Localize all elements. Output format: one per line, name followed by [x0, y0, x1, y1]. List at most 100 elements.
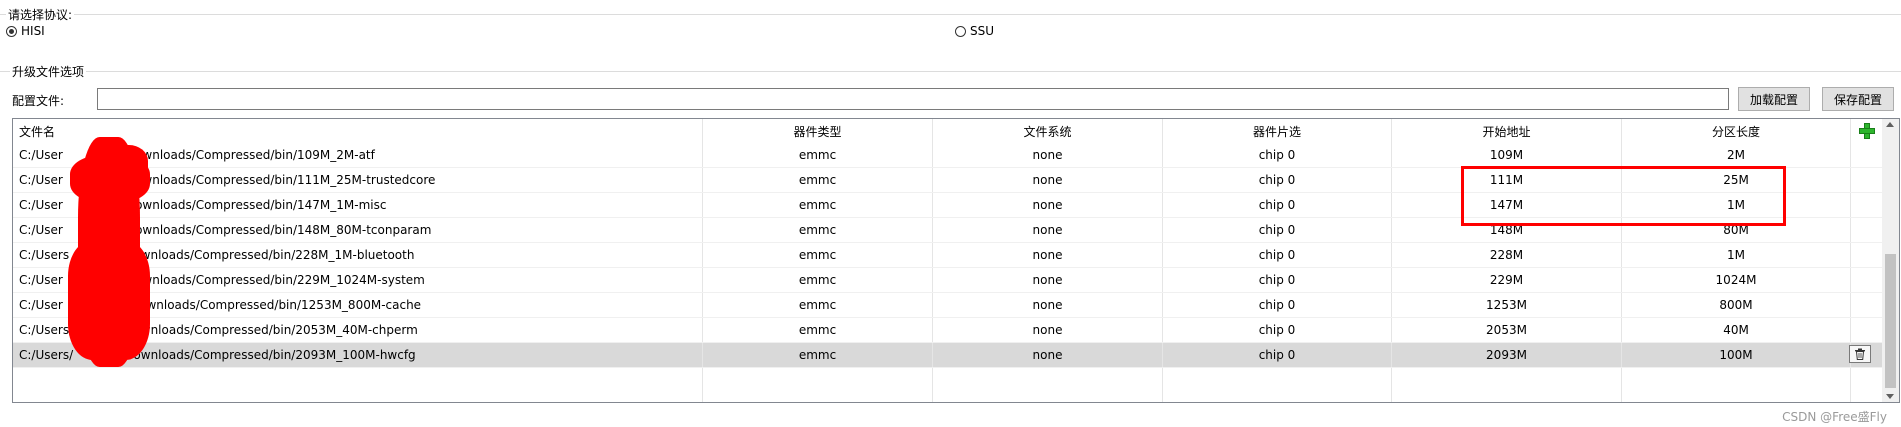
cell-action — [1851, 168, 1884, 192]
cell-chip: chip 0 — [1163, 193, 1392, 217]
table-row[interactable]: C:/User Downloads/Compressed/bin/229M_102… — [13, 268, 1899, 293]
protocol-group-title: 请选择协议: — [6, 6, 75, 23]
header-start-address[interactable]: 开始地址 — [1392, 119, 1622, 143]
empty-cell — [1163, 368, 1392, 402]
delete-row-button[interactable] — [1849, 345, 1871, 363]
table-scrollbar[interactable] — [1882, 119, 1899, 402]
config-label: 配置文件: — [12, 94, 65, 108]
header-chip-select[interactable]: 器件片选 — [1163, 119, 1392, 143]
empty-cell — [703, 368, 933, 402]
header-device-type[interactable]: 器件类型 — [703, 119, 933, 143]
filename-prefix: C:/Users/ — [19, 348, 74, 362]
cell-type: emmc — [703, 268, 933, 292]
filename-path: /Downloads/Compressed/bin/1253M_800M-cac… — [125, 298, 422, 312]
filename-prefix: C:/User — [19, 298, 63, 312]
scroll-down-arrow[interactable] — [1886, 394, 1894, 399]
plus-icon[interactable] — [1859, 123, 1875, 139]
cell-type: emmc — [703, 193, 933, 217]
cell-chip: chip 0 — [1163, 268, 1392, 292]
filename-prefix: C:/Users — [19, 248, 70, 262]
cell-type: emmc — [703, 293, 933, 317]
cell-action — [1851, 243, 1884, 267]
header-filesystem[interactable]: 文件系统 — [933, 119, 1163, 143]
table-header: 文件名 器件类型 文件系统 器件片选 开始地址 分区长度 — [13, 119, 1899, 143]
cell-fs: none — [933, 268, 1163, 292]
cell-type: emmc — [703, 143, 933, 167]
filename-prefix: C:/User — [19, 273, 63, 287]
cell-start: 228M — [1392, 243, 1622, 267]
table-row[interactable]: C:/User Downloads/Compressed/bin/109M_2M-… — [13, 143, 1899, 168]
empty-cell — [1622, 368, 1851, 402]
cell-type: emmc — [703, 218, 933, 242]
filename-path: Downloads/Compressed/bin/148M_80M-tconpa… — [125, 223, 432, 237]
cell-start: 109M — [1392, 143, 1622, 167]
cell-action — [1851, 193, 1884, 217]
table-row[interactable]: C:/Users Downloads/Compressed/bin/228M_1M… — [13, 243, 1899, 268]
cell-chip: chip 0 — [1163, 318, 1392, 342]
cell-action — [1851, 293, 1884, 317]
filename-path: Downloads/Compressed/bin/111M_25M-truste… — [125, 173, 436, 187]
cell-start: 229M — [1392, 268, 1622, 292]
empty-cell — [1851, 368, 1884, 402]
upgrade-group-title: 升级文件选项 — [10, 63, 87, 80]
upgrade-group-line — [0, 71, 1901, 72]
table-empty-area — [13, 368, 1899, 402]
cell-fs: none — [933, 168, 1163, 192]
radio-hisi-indicator[interactable] — [6, 25, 17, 37]
scroll-up-arrow[interactable] — [1886, 122, 1894, 127]
header-action-column — [1851, 119, 1884, 143]
cell-length: 800M — [1622, 293, 1851, 317]
cell-chip: chip 0 — [1163, 168, 1392, 192]
cell-type: emmc — [703, 243, 933, 267]
config-input[interactable] — [97, 88, 1729, 110]
empty-cell — [13, 368, 703, 402]
save-config-button[interactable]: 保存配置 — [1822, 87, 1894, 111]
cell-fs: none — [933, 193, 1163, 217]
cell-type: emmc — [703, 343, 933, 367]
empty-cell — [1392, 368, 1622, 402]
filename-prefix: C:/User — [19, 148, 63, 162]
cell-chip: chip 0 — [1163, 293, 1392, 317]
radio-hisi[interactable]: HISI — [6, 24, 45, 38]
filename-prefix: C:/Users/ — [19, 323, 74, 337]
header-partition-length[interactable]: 分区长度 — [1622, 119, 1851, 143]
cell-length: 100M — [1622, 343, 1851, 367]
highlight-box — [1461, 166, 1786, 226]
table-row[interactable]: C:/User/Downloads/Compressed/bin/1253M_8… — [13, 293, 1899, 318]
file-table[interactable]: 文件名 器件类型 文件系统 器件片选 开始地址 分区长度 C:/User Down… — [12, 118, 1900, 403]
cell-action — [1851, 318, 1884, 342]
cell-start: 1253M — [1392, 293, 1622, 317]
cell-type: emmc — [703, 318, 933, 342]
table-row[interactable]: C:/Users/ /Downloads/Compressed/bin/2053M… — [13, 318, 1899, 343]
cell-start: 2093M — [1392, 343, 1622, 367]
filename-path: Downloads/Compressed/bin/228M_1M-bluetoo… — [124, 248, 415, 262]
cell-chip: chip 0 — [1163, 143, 1392, 167]
cell-length: 2M — [1622, 143, 1851, 167]
trash-icon — [1855, 348, 1865, 360]
filename-path: Downloads/Compressed/bin/109M_2M-atf — [125, 148, 375, 162]
table-row[interactable]: C:/Users/ /Downloads/Compressed/bin/2093M… — [13, 343, 1899, 368]
cell-start: 2053M — [1392, 318, 1622, 342]
scroll-thumb[interactable] — [1885, 254, 1896, 388]
watermark: CSDN @Free盛Fly — [1782, 410, 1887, 424]
empty-cell — [933, 368, 1163, 402]
cell-action — [1851, 218, 1884, 242]
cell-length: 1024M — [1622, 268, 1851, 292]
radio-ssu[interactable]: SSU — [955, 24, 994, 38]
cell-action — [1851, 143, 1884, 167]
cell-length: 40M — [1622, 318, 1851, 342]
radio-ssu-label: SSU — [970, 24, 995, 38]
cell-chip: chip 0 — [1163, 343, 1392, 367]
filename-prefix: C:/User — [19, 198, 63, 212]
radio-ssu-indicator[interactable] — [955, 25, 966, 37]
load-config-button[interactable]: 加载配置 — [1738, 87, 1810, 111]
cell-chip: chip 0 — [1163, 243, 1392, 267]
radio-hisi-label: HISI — [21, 24, 45, 38]
cell-fs: none — [933, 143, 1163, 167]
cell-fs: none — [933, 218, 1163, 242]
cell-fs: none — [933, 318, 1163, 342]
filename-path: Downloads/Compressed/bin/147M_1M-misc — [125, 198, 387, 212]
cell-chip: chip 0 — [1163, 218, 1392, 242]
cell-fs: none — [933, 293, 1163, 317]
cell-action — [1851, 268, 1884, 292]
